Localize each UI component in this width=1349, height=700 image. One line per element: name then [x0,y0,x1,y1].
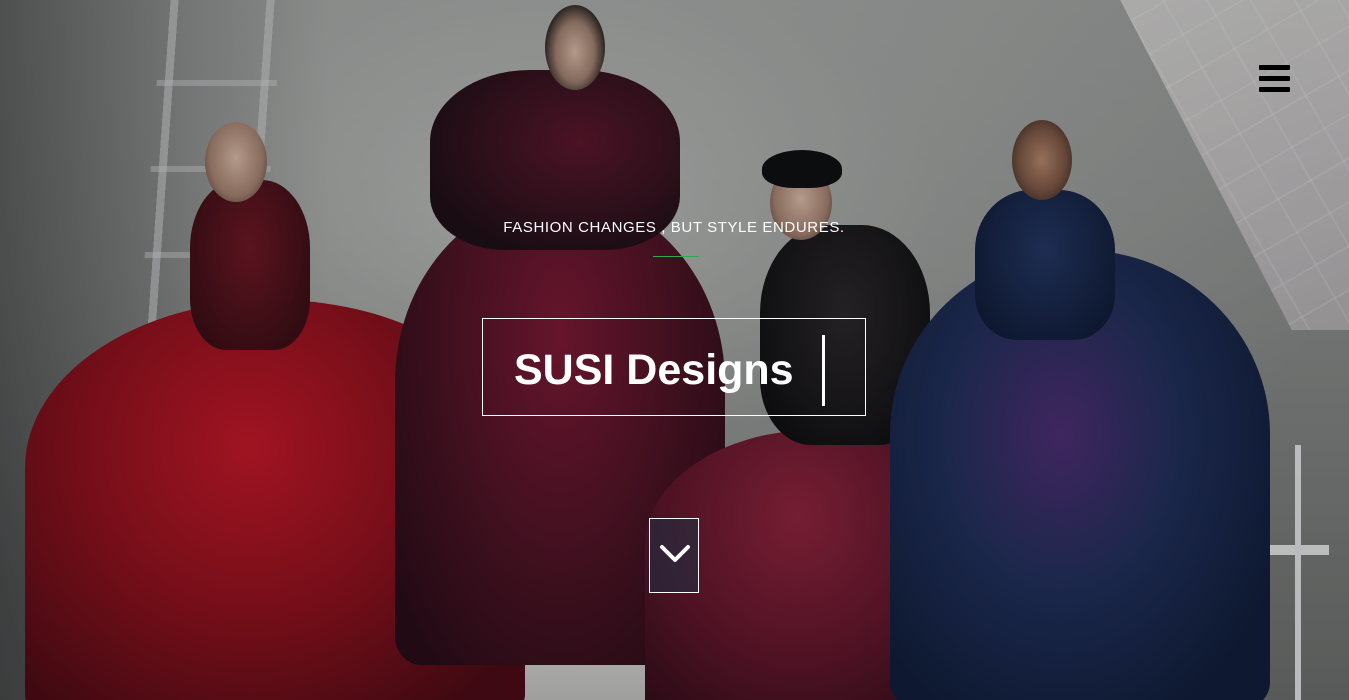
hero-title-box: SUSI Designs [482,318,866,416]
scroll-down-button[interactable] [649,518,699,593]
hero-title: SUSI Designs [514,346,794,394]
hero-tagline: FASHION CHANGES , BUT STYLE ENDURES. [503,219,845,236]
chevron-down-icon [660,545,690,562]
hamburger-menu-icon[interactable] [1259,65,1290,92]
typing-cursor [822,335,825,406]
hero-section: FASHION CHANGES , BUT STYLE ENDURES. SUS… [0,0,1349,700]
tagline-divider [653,256,699,257]
